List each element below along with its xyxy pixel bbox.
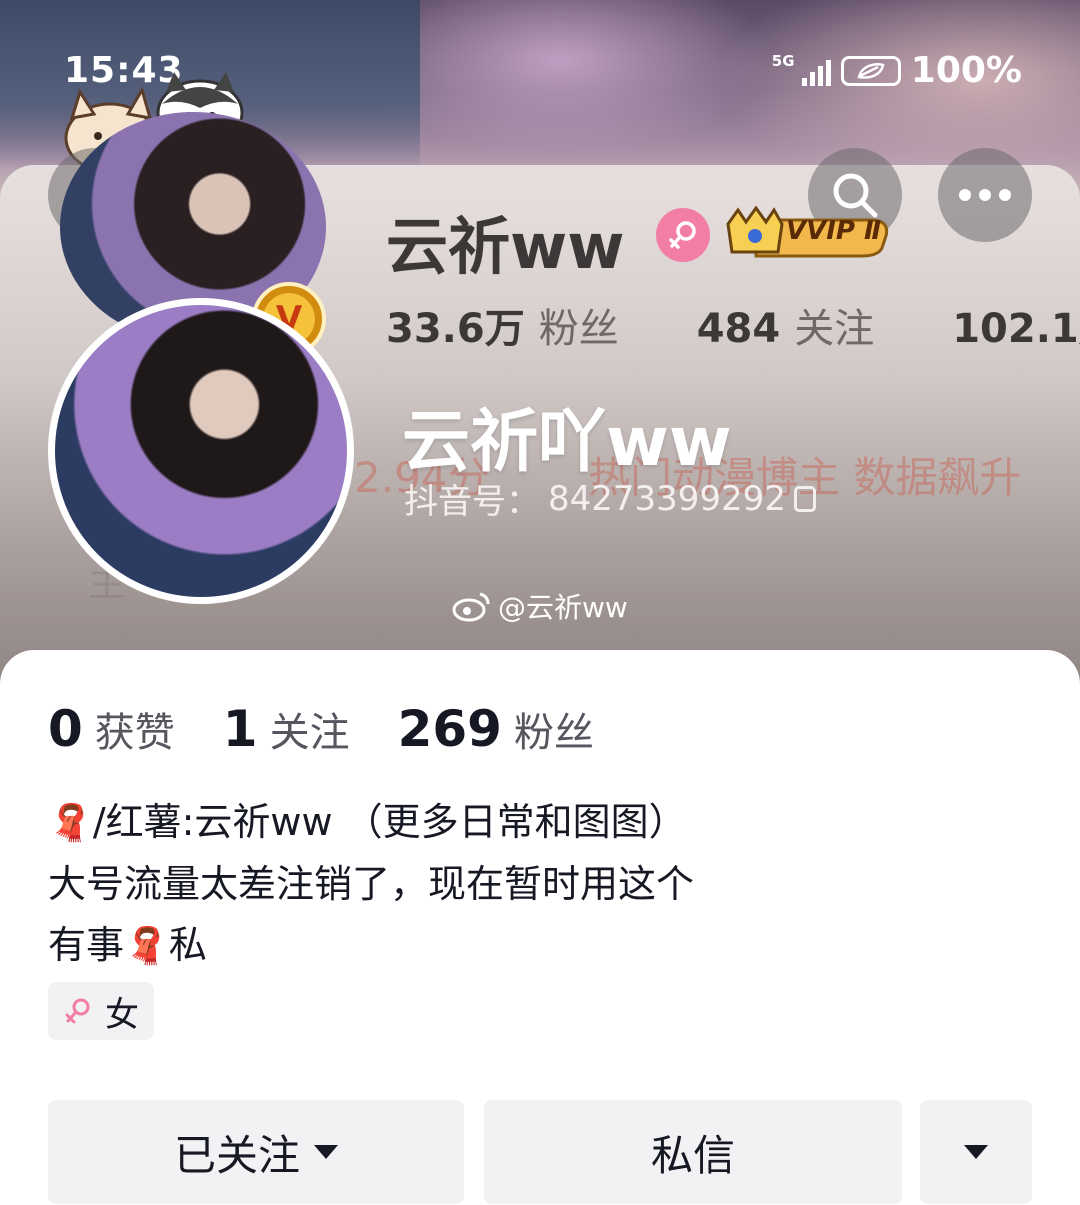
weibo-icon (452, 592, 490, 622)
avatar[interactable] (48, 298, 354, 604)
signal-icon: 5G (772, 52, 831, 86)
douyin-id: 抖音号： 84273399292 (404, 474, 816, 523)
screenshot-stats: 33.6万粉丝 484关注 102.1万 (386, 296, 1080, 354)
scarf-icon: 🧣 (124, 926, 169, 967)
chevron-down-icon (314, 1145, 338, 1159)
followers-count: 269 (397, 700, 502, 758)
battery-icon (840, 55, 901, 86)
followers-label: 粉丝 (513, 710, 594, 756)
more-icon (959, 189, 1011, 201)
screenshot-stat-likes: 102.1万 (952, 306, 1080, 352)
battery-level: 100% (910, 50, 1022, 91)
douyin-id-value: 84273399292 (548, 478, 786, 519)
bio-line-3: 有事🧣私 (48, 915, 1028, 977)
following-label: 关注 (269, 710, 350, 756)
likes-count: 0 (48, 700, 83, 758)
bio: 🧣/红薯:云祈ww （更多日常和图图） 大号流量太差注销了，现在暂时用这个 有事… (48, 792, 1028, 977)
message-button-label: 私信 (650, 1130, 735, 1180)
douyin-id-label: 抖音号： (404, 482, 540, 522)
profile-stats: 0 获赞 1 关注 269 粉丝 (48, 700, 642, 758)
more-actions-button[interactable] (920, 1100, 1032, 1204)
gender-tag: 女 (48, 982, 154, 1040)
vip-badge: VVIP Ⅱ (722, 205, 894, 262)
watermark: @云祈ww (452, 586, 628, 626)
watermark-text: @云祈ww (498, 591, 628, 624)
screenshot-stat-fans: 33.6万 粉丝 (386, 306, 619, 352)
chevron-down-icon (964, 1145, 988, 1159)
female-icon (65, 998, 90, 1024)
screenshot-stat-following: 484 关注 (696, 306, 875, 352)
network-type: 5G (771, 51, 795, 70)
bio-line-2: 大号流量太差注销了，现在暂时用这个 (48, 862, 695, 906)
following-button-label: 已关注 (173, 1130, 300, 1180)
scarf-icon: 🧣 (48, 803, 93, 844)
gender-text: 女 (105, 994, 139, 1035)
likes-label: 获赞 (94, 710, 175, 756)
following-button[interactable]: 已关注 (48, 1100, 464, 1204)
stat-following[interactable]: 1 关注 (223, 700, 350, 758)
copy-icon[interactable] (793, 485, 816, 512)
more-options-button[interactable] (938, 148, 1032, 242)
following-count: 1 (222, 700, 258, 758)
bio-line-1: 🧣/红薯:云祈ww （更多日常和图图） (48, 792, 1028, 854)
vip-label: VVIP Ⅱ (786, 216, 882, 246)
status-indicators: 5G 100% (772, 50, 1022, 91)
profile-name: 云祈吖ww (402, 403, 732, 482)
stat-likes[interactable]: 0 获赞 (48, 700, 175, 758)
female-icon (656, 208, 710, 262)
stat-followers[interactable]: 269 粉丝 (398, 700, 594, 758)
message-button[interactable]: 私信 (484, 1100, 902, 1204)
screenshot-username: 云祈ww (386, 210, 625, 283)
